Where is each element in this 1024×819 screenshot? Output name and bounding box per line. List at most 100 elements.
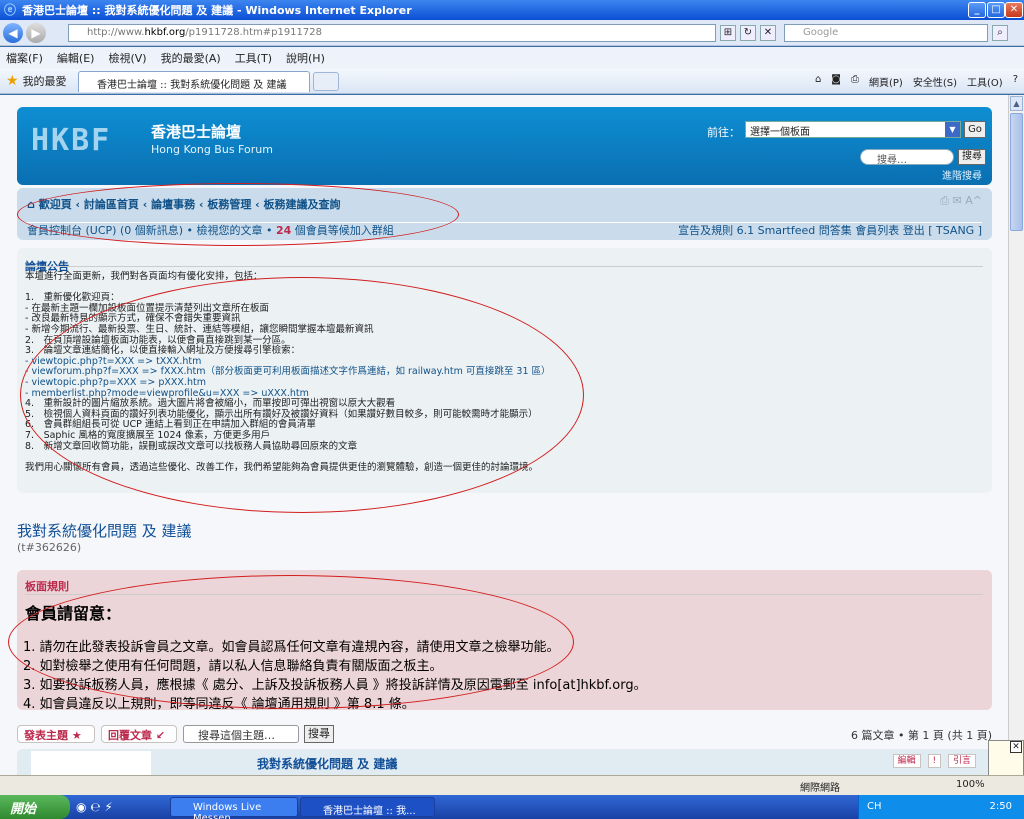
announcement-item: 7. Saphic 風格的寬度擴展至 1024 像素，方便更多用戶	[25, 429, 271, 441]
email-icon[interactable]: ✉	[953, 194, 962, 207]
menu-help[interactable]: 說明(H)	[286, 50, 325, 66]
breadcrumb-welcome[interactable]: 歡迎頁	[39, 198, 72, 211]
browser-tab[interactable]: 香港巴士論壇 :: 我對系統優化問題 及 建議	[78, 71, 310, 92]
menu-tools[interactable]: 工具(T)	[235, 50, 272, 66]
announcement-body: 本壇進行全面更新，我們對各頁面均有優化安排，包括： 1. 重新優化歡迎頁： - 在最…	[25, 271, 551, 473]
refresh-icon[interactable]: ↻	[740, 25, 756, 41]
post-title[interactable]: 我對系統優化問題 及 建議	[257, 755, 397, 772]
announcement-panel: 論壇公告 本壇進行全面更新，我們對各頁面均有優化安排，包括： 1. 重新優化歡迎頁…	[17, 248, 992, 493]
scroll-up-icon[interactable]: ▲	[1010, 96, 1023, 111]
print-icon[interactable]: ⎙	[940, 194, 949, 207]
new-topic-button[interactable]: 發表主題 ★	[17, 725, 95, 743]
breadcrumb: ⌂ 歡迎頁 ‹ 討論區首頁 ‹ 論壇事務 ‹ 板務管理 ‹ 板務建議及查詢	[27, 198, 341, 211]
clock: 2:50	[989, 801, 1012, 812]
url-input[interactable]: http://www.hkbf.org/p1911728.htm#p191172…	[68, 24, 716, 42]
help-icon[interactable]: ?	[1013, 74, 1018, 89]
post-buttons: 編輯 ! 引言	[889, 753, 976, 768]
home-icon[interactable]: ⌂	[815, 74, 821, 89]
pending-link[interactable]: 個會員等候加入群組	[291, 224, 394, 237]
user-links[interactable]: 宣告及規則 6.1 Smartfeed 問答集 會員列表 登出 [ TSANG …	[678, 222, 982, 238]
menu-edit[interactable]: 編輯(E)	[57, 50, 95, 66]
search-provider: Google	[803, 27, 839, 38]
site-logo[interactable]: HKBF	[31, 123, 111, 158]
vertical-scrollbar[interactable]: ▲ ▼	[1008, 95, 1024, 775]
topic-search-button[interactable]: 搜尋	[304, 725, 334, 743]
favorites-button[interactable]: 我的最愛	[23, 73, 67, 89]
breadcrumb-admin[interactable]: 板務管理	[207, 198, 251, 211]
back-button[interactable]: ◀	[3, 22, 23, 43]
site-title: 香港巴士論壇	[151, 123, 242, 141]
print-icon[interactable]: ⎙	[851, 74, 859, 89]
breadcrumb-suggestions[interactable]: 板務建議及查詢	[264, 198, 341, 211]
menu-view[interactable]: 檢視(V)	[108, 50, 146, 66]
window-title: 香港巴士論壇 :: 我對系統優化問題 及 建議 - Windows Intern…	[22, 4, 412, 17]
browser-search-input[interactable]: Google	[784, 24, 988, 42]
page-viewport: HKBF 香港巴士論壇 Hong Kong Bus Forum 前往： 選擇一個…	[0, 95, 1008, 775]
rules-title: 板面規則	[25, 580, 69, 593]
font-size-icon[interactable]: A^	[965, 194, 982, 207]
avatar	[31, 751, 151, 775]
chevron-down-icon: ▼	[945, 122, 960, 137]
topic-title[interactable]: 我對系統優化問題 及 建議	[17, 520, 192, 541]
taskbar-item-ie[interactable]: 香港巴士論壇 :: 我...	[300, 797, 435, 817]
home-icon: ⌂	[27, 198, 39, 211]
favorites-star-icon[interactable]: ★	[6, 73, 19, 89]
menu-favorites[interactable]: 我的最愛(A)	[161, 50, 221, 66]
stop-icon[interactable]: ✕	[760, 25, 776, 41]
go-button[interactable]: Go	[964, 121, 986, 138]
scrollbar-thumb[interactable]	[1010, 113, 1023, 231]
page-tools: ⎙ ✉ A^	[940, 194, 982, 208]
edit-button[interactable]: 編輯	[892, 754, 921, 768]
announcement-divider	[25, 266, 983, 267]
start-button[interactable]: 開始	[0, 795, 70, 819]
search-go-icon[interactable]: ⌕	[992, 25, 1008, 41]
reply-label: 回覆文章	[108, 729, 152, 742]
announcement-item: - 新增今期流行、最新投票、生日、統計、連結等模組，讓您瞬間掌握本壇最新資訊	[25, 323, 374, 335]
ucp-link[interactable]: 會員控制台 (UCP) (0 個新訊息) • 檢視您的文章 •	[27, 224, 276, 237]
forum-search-button[interactable]: 搜尋	[958, 149, 986, 165]
rule-item: 1. 請勿在此發表投訴會員之文章。如會員認爲任何文章有違規內容，請使用文章之檢舉…	[23, 640, 560, 655]
cmd-tools[interactable]: 工具(O)	[967, 74, 1003, 89]
maximize-button[interactable]: □	[987, 2, 1005, 18]
reply-button[interactable]: 回覆文章 ↙	[101, 725, 177, 743]
forum-rules-panel: 板面規則 會員請留意： 1. 請勿在此發表投訴會員之文章。如會員認爲任何文章有違…	[17, 570, 992, 712]
rule-item: 2. 如對檢舉之使用有任何問題，請以私人信息聯絡負責有關版面之板主。	[23, 659, 443, 674]
close-icon[interactable]: ✕	[1010, 741, 1022, 753]
announcement-item: 8. 新增文章回收筒功能，誤刪或誤改文章可以找板務人員協助尋回原來的文章	[25, 440, 358, 452]
quote-button[interactable]: 引言	[947, 754, 976, 768]
minimize-button[interactable]: _	[968, 2, 986, 18]
breadcrumb-affairs[interactable]: 論壇事務	[151, 198, 195, 211]
menu-file[interactable]: 檔案(F)	[6, 50, 43, 66]
advanced-search-link[interactable]: 進階搜尋	[942, 167, 982, 182]
language-indicator[interactable]: CH	[867, 801, 882, 812]
rules-divider	[25, 594, 983, 595]
warn-icon[interactable]: !	[927, 754, 942, 768]
rss-icon[interactable]: ◙	[831, 74, 841, 89]
cmd-page[interactable]: 網頁(P)	[869, 74, 903, 89]
close-button[interactable]: ✕	[1005, 2, 1023, 18]
forward-button[interactable]: ▶	[26, 22, 46, 43]
ucp-links: 會員控制台 (UCP) (0 個新訊息) • 檢視您的文章 • 24 個會員等候…	[27, 222, 394, 238]
menu-bar: 檔案(F) 編輯(E) 檢視(V) 我的最愛(A) 工具(T) 說明(H)	[0, 47, 1024, 69]
forum-search-input[interactable]: 搜尋…	[860, 149, 954, 166]
status-bar: 網際網路 100%	[0, 775, 1024, 795]
pagination: 6 篇文章 • 第 1 頁 (共 1 頁)	[850, 729, 992, 742]
new-tab-button[interactable]	[313, 72, 339, 91]
site-subtitle: Hong Kong Bus Forum	[151, 143, 273, 156]
announcement-outro: 我們用心關懷所有會員，透過這些優化、改善工作，我們希望能夠為會員提供更佳的瀏覽體…	[25, 461, 539, 473]
zoom-level[interactable]: 100%	[956, 779, 985, 790]
rules-heading: 會員請留意：	[25, 604, 122, 623]
breadcrumb-index[interactable]: 討論區首頁	[84, 198, 139, 211]
taskbar-item-messenger[interactable]: Windows Live Messen...	[170, 797, 298, 819]
topic-action-bar: 發表主題 ★ 回覆文章 ↙ 搜尋這個主題… 搜尋 6 篇文章 • 第 1 頁 (…	[17, 723, 992, 747]
forum-jump-select[interactable]: 選擇一個板面 ▼	[745, 121, 961, 138]
jump-select-value: 選擇一個板面	[750, 127, 810, 138]
favorites-bar: ★ 我的最愛 香港巴士論壇 :: 我對系統優化問題 及 建議 ⌂ ◙ ⎙ 網頁(…	[0, 69, 1024, 94]
quicklaunch-icon[interactable]: ◉ ℮ ⚡	[76, 800, 113, 814]
topic-search-placeholder: 搜尋這個主題…	[198, 729, 275, 742]
search-placeholder: 搜尋…	[877, 155, 907, 166]
topic-search-input[interactable]: 搜尋這個主題…	[183, 725, 299, 743]
cmd-safety[interactable]: 安全性(S)	[913, 74, 957, 89]
compat-icon[interactable]: ⊞	[720, 25, 736, 41]
forum-header: HKBF 香港巴士論壇 Hong Kong Bus Forum 前往： 選擇一個…	[17, 107, 992, 185]
